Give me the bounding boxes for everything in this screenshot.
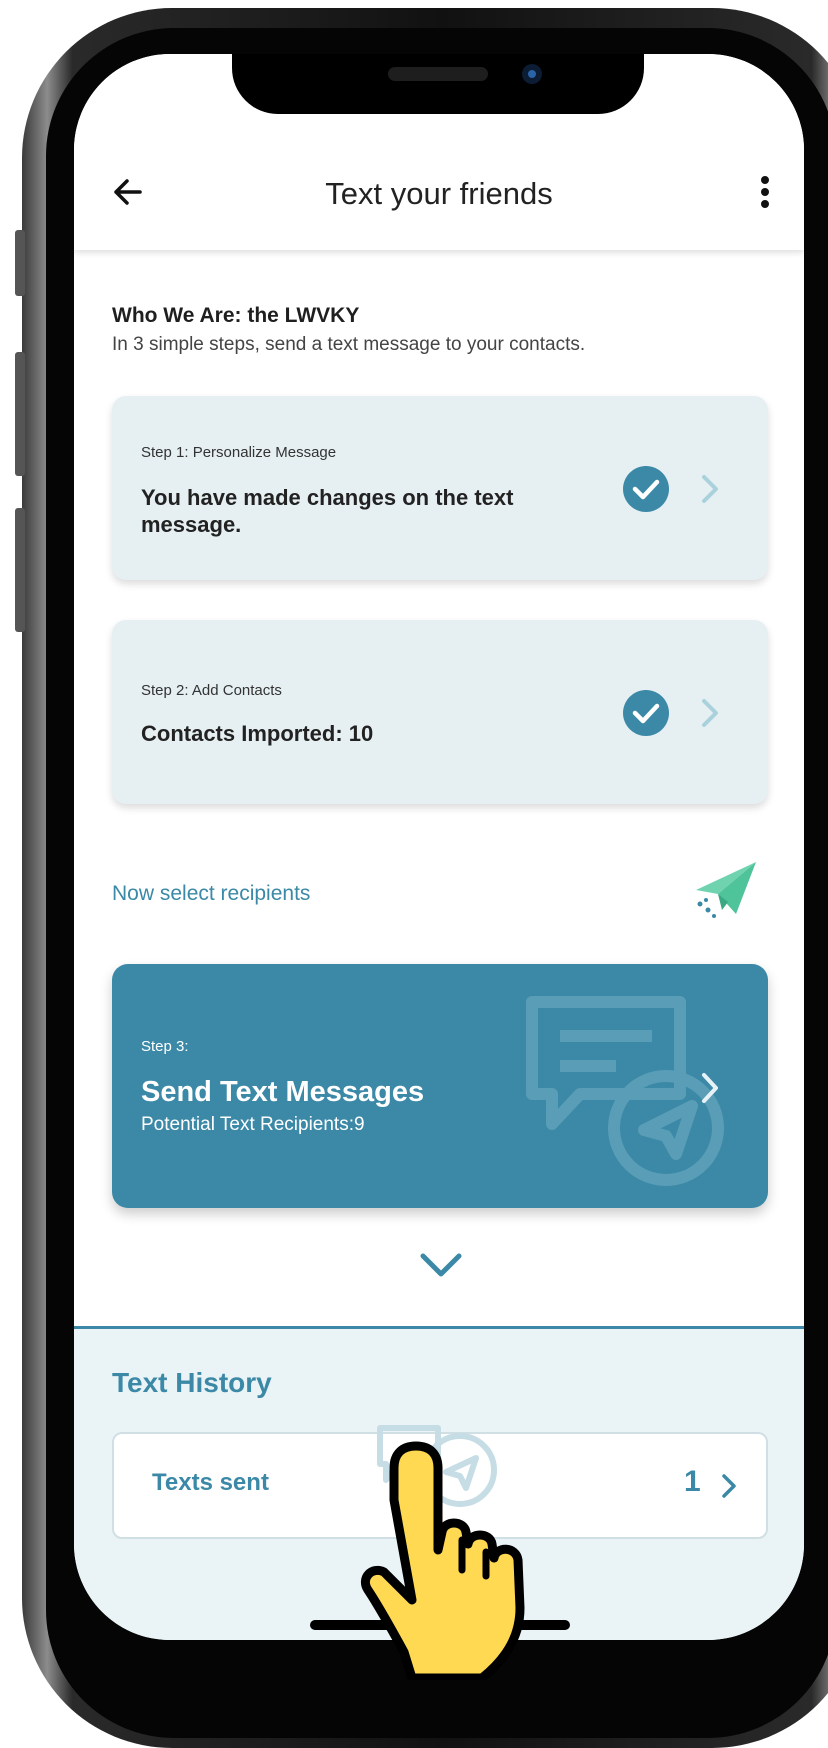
phone-notch <box>232 54 644 114</box>
chevron-right-icon <box>702 699 718 727</box>
chevron-right-icon <box>722 1474 736 1498</box>
texts-sent-count: 1 <box>684 1465 701 1498</box>
step2-card[interactable]: Step 2: Add Contacts Contacts Imported: … <box>112 620 768 804</box>
texts-sent-label: Texts sent <box>152 1469 269 1496</box>
pointing-hand-icon <box>360 1441 525 1680</box>
step1-status-text: You have made changes on the text messag… <box>141 485 514 537</box>
check-circle-icon <box>623 466 669 512</box>
volume-up-button <box>15 352 25 476</box>
step3-label: Step 3: <box>141 1038 189 1055</box>
text-history-title: Text History <box>112 1367 272 1398</box>
step3-title: Send Text Messages <box>141 1076 425 1108</box>
step3-recipients-count: Potential Text Recipients:9 <box>141 1114 365 1135</box>
intro-subtitle: In 3 simple steps, send a text message t… <box>112 334 586 355</box>
paper-plane-icon <box>696 862 756 918</box>
page-title: Text your friends <box>325 176 553 211</box>
volume-down-button <box>15 508 25 632</box>
check-circle-icon <box>623 690 669 736</box>
chevron-right-icon <box>702 475 718 503</box>
intro-heading: Who We Are: the LWVKY <box>112 304 360 327</box>
step1-card[interactable]: Step 1: Personalize Message You have mad… <box>112 396 768 580</box>
silent-switch <box>15 230 25 296</box>
front-camera <box>522 64 542 84</box>
chevron-right-icon <box>702 1073 718 1103</box>
more-options-button[interactable] <box>750 172 780 212</box>
chevron-down-icon[interactable] <box>419 1250 463 1280</box>
speaker-grille <box>388 67 488 81</box>
select-recipients-link[interactable]: Now select recipients <box>112 882 310 906</box>
step3-send-card[interactable]: Step 3: Send Text Messages Potential Tex… <box>112 964 768 1208</box>
step2-status-text: Contacts Imported: 10 <box>141 721 374 746</box>
more-vertical-icon <box>761 176 769 208</box>
step2-label: Step 2: Add Contacts <box>141 682 282 699</box>
phone-screen: Text your friends Who We Are: the LWVKY … <box>74 54 804 1640</box>
step1-label: Step 1: Personalize Message <box>141 444 337 461</box>
